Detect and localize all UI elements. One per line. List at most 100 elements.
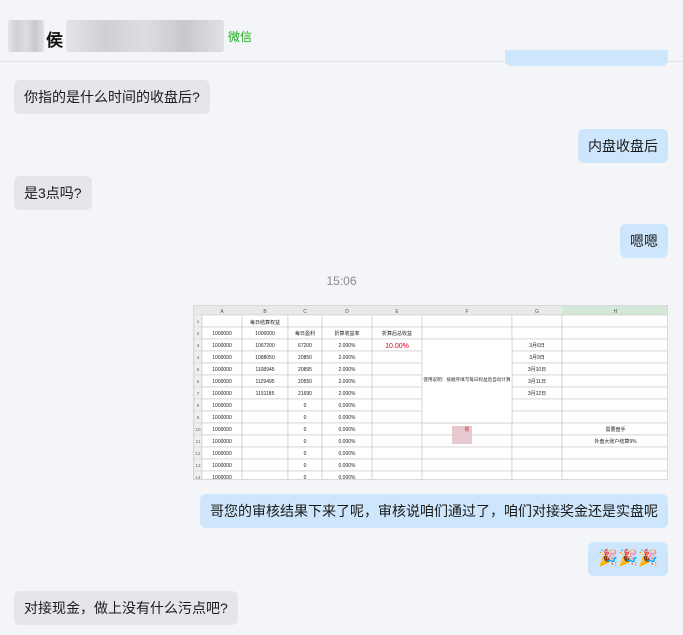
sheet-cell [421,458,513,472]
sheet-date-cell: 3月6日 [529,343,545,349]
sheet-cell [321,314,373,328]
sheet-cell [561,326,667,340]
sheet-cell [511,446,563,460]
sheet-data-cell: 1129495 [255,379,274,385]
sheet-cell [371,350,423,364]
sheet-header-cell: 每日盈利 [295,330,315,337]
sheet-cell [371,386,423,400]
sheet-usage-note: 使用说明：按顺序填写每日权益后自动计算 [423,376,511,383]
sheet-data-cell: 1151185 [256,391,275,397]
sheet-cell [371,314,423,328]
message-bubble-6: 哥您的审核结果下来了呢，审核说咱们通过了，咱们对接奖金还是实盘呢 [200,494,668,528]
sheet-date-cell: 3月11日 [528,379,546,385]
sheet-data-cell: 0.000% [339,403,357,409]
sheet-date-cell: 3月10日 [528,367,546,373]
sheet-cell [241,410,289,424]
sheet-cell [561,338,667,352]
sheet-data-cell: 0.000% [339,439,357,445]
sheet-cell [511,326,563,340]
sheet-cell [241,458,289,472]
spreadsheet-image[interactable]: ABCDEFGH12345678910111213141516每日结算权益100… [193,305,668,480]
sheet-data-cell: 0 [304,427,307,433]
sheet-data-cell: 1000000 [212,439,232,445]
sheet-cell [371,470,423,479]
sheet-cell [241,422,289,436]
sheet-cell [371,422,423,436]
sheet-date-cell: 3月12日 [528,391,546,397]
sheet-data-cell: 2.000% [339,343,357,349]
sheet-header-cell: 折算后总收益 [382,330,412,337]
message-bubble-1: 你指的是什么时间的收盘后? [14,80,210,114]
sheet-data-cell: 0.000% [339,427,357,433]
sheet-cell [511,410,563,424]
sheet-data-cell: 20895 [298,367,312,373]
sheet-col-header: F [465,309,468,315]
sheet-data-cell: 2.000% [339,355,357,361]
sheet-data-cell: 0.000% [339,475,357,480]
previous-message-bubble [505,50,668,66]
sheet-cell [241,434,289,448]
sheet-cell [421,446,513,460]
sheet-row-number: 14 [195,475,201,480]
sheet-cell [371,458,423,472]
sheet-note-h1: 需要盘手 [605,426,625,433]
sheet-data-cell: 0 [304,439,307,445]
sheet-cell [241,446,289,460]
sheet-cell [371,398,423,412]
sheet-cell [561,374,667,388]
sheet-cell [241,398,289,412]
sheet-data-cell: 1000000 [212,415,232,421]
sheet-data-cell: 1000000 [212,391,232,397]
sheet-cell [511,458,563,472]
sheet-data-cell: 0.000% [339,415,357,421]
sheet-row-number: 13 [195,463,201,468]
sheet-cell [371,410,423,424]
sheet-data-cell: 0 [304,475,307,480]
sheet-data-cell: 1000000 [212,463,232,469]
emoji-message-bubble: 🎉🎉🎉 [588,542,668,576]
sheet-row-number: 11 [196,439,201,444]
sheet-row-number: 12 [195,451,201,456]
sheet-data-cell: 1108945 [255,367,274,373]
sheet-cell [511,422,563,436]
sheet-highlight-value: 10.00% [385,343,409,350]
sheet-cell [371,362,423,376]
sheet-data-cell: 1000000 [212,355,232,361]
sheet-cell [511,398,563,412]
blurred-name-right [66,20,224,52]
sheet-data-cell: 0 [304,463,307,469]
sheet-cell [561,398,667,412]
sheet-data-cell: 67200 [298,343,312,349]
sheet-data-cell: 1000000 [212,367,232,373]
sheet-data-cell: 1000000 [212,475,232,480]
sheet-row-number: 10 [195,427,201,432]
sheet-cell [421,470,513,479]
sheet-data-cell: 20550 [298,379,312,385]
blurred-name-left [8,20,44,52]
sheet-cell [287,314,323,328]
sheet-date-cell: 3月9日 [529,355,545,361]
sheet-data-cell: 0 [304,451,307,457]
sheet-cell [421,314,513,328]
sheet-col-header: C [303,309,307,315]
sheet-cell [511,314,563,328]
message-bubble-4: 嗯嗯 [620,224,668,258]
sheet-data-cell: 1000000 [212,451,232,457]
sheet-red-note: 侯 [464,426,469,433]
sheet-cell [511,434,563,448]
sheet-data-cell: 1067200 [255,343,275,349]
sheet-cell [561,446,667,460]
sheet-cell [371,374,423,388]
sheet-cell [201,314,243,328]
sheet-cell [561,410,667,424]
sheet-data-cell: 21690 [298,391,312,397]
message-bubble-3: 是3点吗? [14,176,92,210]
wechat-tag: 微信 [228,30,253,44]
sheet-header-cell: 折算收益率 [334,330,359,337]
sheet-col-header: D [345,309,349,315]
sheet-cell [561,386,667,400]
sheet-cell [561,350,667,364]
sheet-cell [561,314,667,328]
sheet-data-cell: 1000000 [212,379,232,385]
sheet-header-cell: 1000000 [255,331,275,337]
